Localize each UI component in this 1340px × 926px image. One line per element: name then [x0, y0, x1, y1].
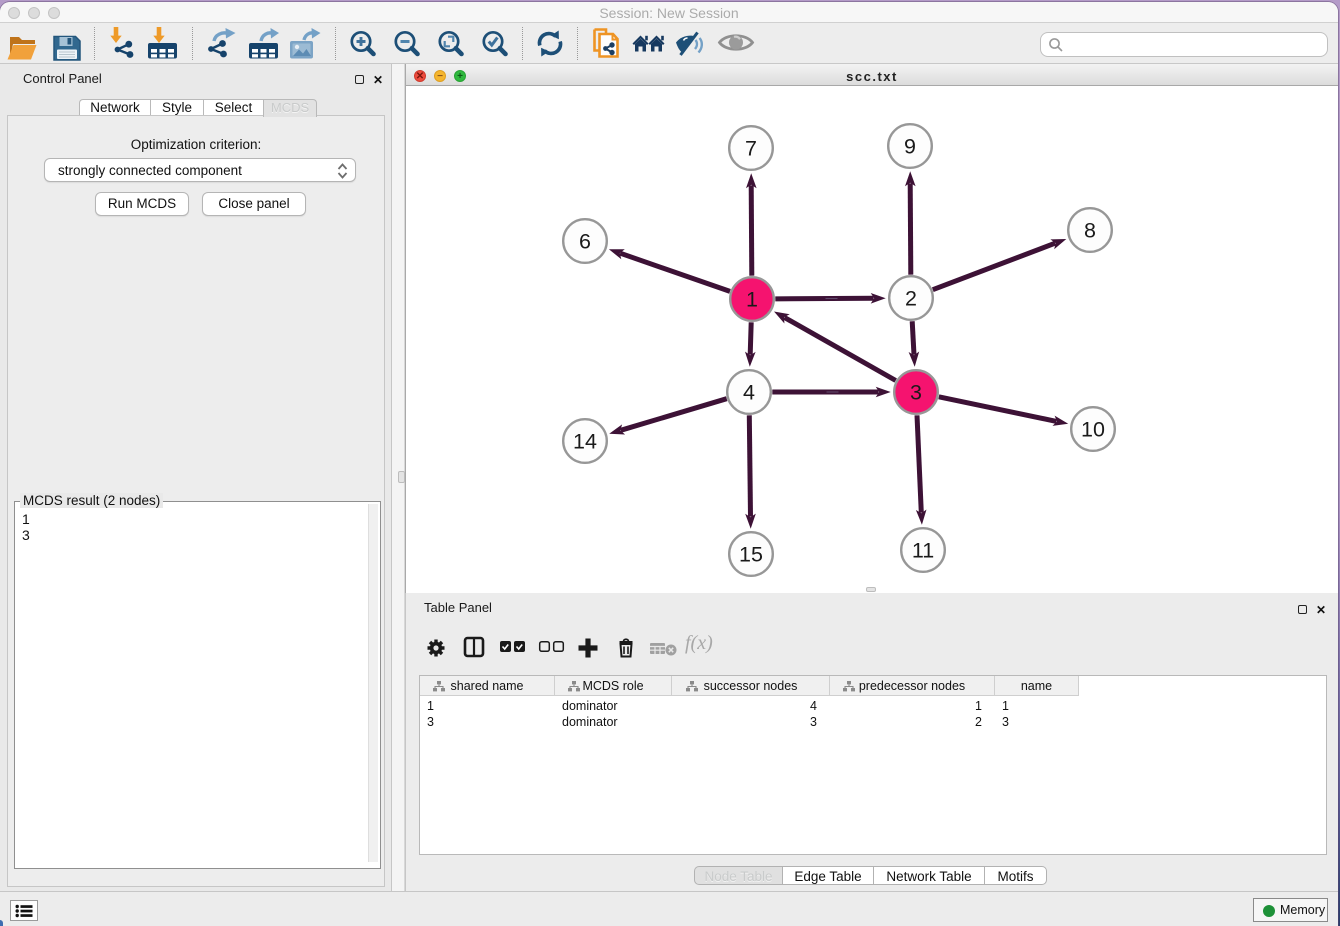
svg-text:11: 11	[912, 539, 934, 563]
svg-text:9: 9	[904, 135, 916, 159]
svg-text:8: 8	[1084, 219, 1096, 243]
svg-text:10: 10	[1081, 418, 1105, 442]
svg-text:2: 2	[905, 287, 917, 311]
svg-text:1: 1	[746, 288, 758, 312]
svg-text:7: 7	[745, 137, 757, 161]
svg-text:15: 15	[739, 543, 763, 567]
svg-text:6: 6	[579, 230, 591, 254]
svg-text:3: 3	[910, 381, 922, 405]
svg-text:4: 4	[743, 381, 755, 405]
svg-text:14: 14	[573, 430, 597, 454]
